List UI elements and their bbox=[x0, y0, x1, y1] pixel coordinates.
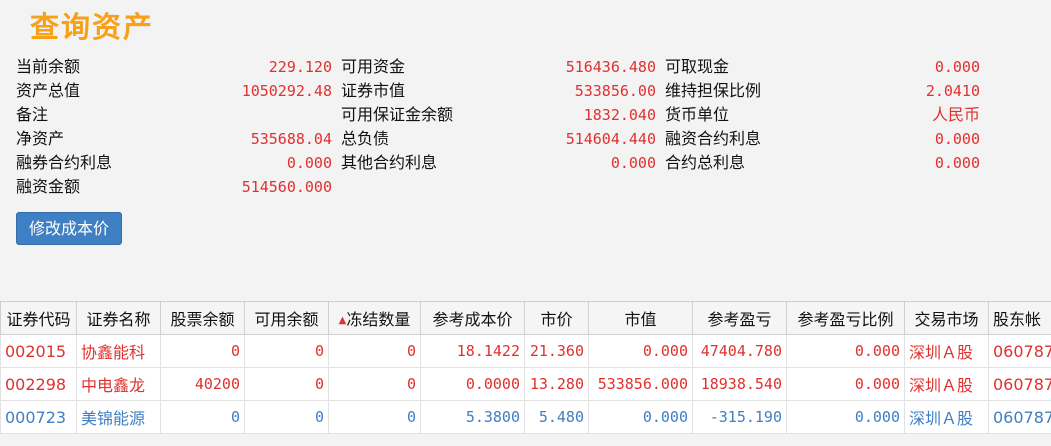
cell-market: 深圳Ａ股 bbox=[904, 367, 989, 401]
table-row[interactable]: 002298 中电鑫龙 40200 0 0 0.0000 13.280 5338… bbox=[0, 367, 1051, 401]
withdrawable-cash-label: 可取现金 bbox=[665, 57, 730, 76]
header-name[interactable]: 证券名称 bbox=[76, 301, 161, 335]
cell-cost: 18.1422 bbox=[420, 334, 525, 368]
net-assets-label: 净资产 bbox=[16, 129, 65, 148]
currency-value: 人民币 bbox=[931, 105, 980, 124]
table-row[interactable]: 000723 美锦能源 0 0 0 5.3800 5.480 0.000 -31… bbox=[0, 400, 1051, 434]
cell-code: 002015 bbox=[0, 334, 77, 368]
total-assets-value: 1050292.48 bbox=[241, 82, 332, 100]
financing-interest-label: 融资合约利息 bbox=[665, 129, 762, 148]
header-pnl-ratio[interactable]: 参考盈亏比例 bbox=[786, 301, 905, 335]
cell-code: 000723 bbox=[0, 400, 77, 434]
header-frozen-label: 冻结数量 bbox=[346, 310, 411, 329]
financing-amount-label: 融资金额 bbox=[16, 177, 81, 196]
other-interest-value: 0.000 bbox=[610, 154, 656, 172]
page-title: 查询资产 bbox=[30, 10, 155, 44]
sec-loan-interest-label: 融券合约利息 bbox=[16, 153, 113, 172]
other-interest-label: 其他合约利息 bbox=[341, 153, 438, 172]
table-header-row: 证券代码 证券名称 股票余额 可用余额 ▲冻结数量 参考成本价 市价 市值 参考… bbox=[0, 301, 1051, 335]
available-funds-value: 516436.480 bbox=[565, 58, 656, 76]
cell-holder: 060787 bbox=[988, 334, 1051, 368]
cell-pnl-ratio: 0.000 bbox=[786, 367, 905, 401]
currency-label: 货币单位 bbox=[665, 105, 730, 124]
cell-stock-balance: 0 bbox=[160, 334, 245, 368]
net-assets-value: 535688.04 bbox=[250, 130, 332, 148]
maintenance-ratio-value: 2.0410 bbox=[925, 82, 980, 100]
total-liabilities-value: 514604.440 bbox=[565, 130, 656, 148]
current-balance-label: 当前余额 bbox=[16, 57, 81, 76]
cell-pnl: -315.190 bbox=[692, 400, 787, 434]
holdings-table: 证券代码 证券名称 股票余额 可用余额 ▲冻结数量 参考成本价 市价 市值 参考… bbox=[0, 301, 1051, 434]
available-funds-label: 可用资金 bbox=[341, 57, 406, 76]
total-interest-value: 0.000 bbox=[934, 154, 980, 172]
current-balance-value: 229.120 bbox=[268, 58, 332, 76]
total-liabilities-label: 总负债 bbox=[341, 129, 390, 148]
cell-stock-balance: 0 bbox=[160, 400, 245, 434]
remark-label: 备注 bbox=[16, 105, 49, 124]
header-available[interactable]: 可用余额 bbox=[244, 301, 329, 335]
header-market[interactable]: 交易市场 bbox=[904, 301, 989, 335]
header-holder[interactable]: 股东帐 bbox=[988, 301, 1051, 335]
cell-holder: 060787 bbox=[988, 367, 1051, 401]
cell-cost: 5.3800 bbox=[420, 400, 525, 434]
cell-code: 002298 bbox=[0, 367, 77, 401]
header-cost[interactable]: 参考成本价 bbox=[420, 301, 525, 335]
cell-price: 13.280 bbox=[524, 367, 589, 401]
cell-frozen: 0 bbox=[328, 334, 421, 368]
header-stock-balance[interactable]: 股票余额 bbox=[160, 301, 245, 335]
financing-amount-value: 514560.000 bbox=[241, 178, 332, 196]
market-value-label: 证券市值 bbox=[341, 81, 406, 100]
sec-loan-interest-value: 0.000 bbox=[286, 154, 332, 172]
available-margin-label: 可用保证金余额 bbox=[341, 105, 454, 124]
maintenance-ratio-label: 维持担保比例 bbox=[665, 81, 762, 100]
cell-name: 美锦能源 bbox=[76, 400, 161, 434]
total-assets-label: 资产总值 bbox=[16, 81, 81, 100]
table-row[interactable]: 002015 协鑫能科 0 0 0 18.1422 21.360 0.000 4… bbox=[0, 334, 1051, 368]
cell-name: 协鑫能科 bbox=[76, 334, 161, 368]
cell-holder: 060787 bbox=[988, 400, 1051, 434]
header-market-value[interactable]: 市值 bbox=[588, 301, 693, 335]
modify-cost-button[interactable]: 修改成本价 bbox=[16, 212, 122, 245]
cell-name: 中电鑫龙 bbox=[76, 367, 161, 401]
header-price[interactable]: 市价 bbox=[524, 301, 589, 335]
cell-price: 21.360 bbox=[524, 334, 589, 368]
cell-stock-balance: 40200 bbox=[160, 367, 245, 401]
header-pnl[interactable]: 参考盈亏 bbox=[692, 301, 787, 335]
cell-frozen: 0 bbox=[328, 367, 421, 401]
cell-market-value: 0.000 bbox=[588, 334, 693, 368]
withdrawable-cash-value: 0.000 bbox=[934, 58, 980, 76]
cell-pnl-ratio: 0.000 bbox=[786, 334, 905, 368]
header-frozen[interactable]: ▲冻结数量 bbox=[328, 301, 421, 335]
cell-available: 0 bbox=[244, 400, 329, 434]
holdings-grid: 证券代码 证券名称 股票余额 可用余额 ▲冻结数量 参考成本价 市价 市值 参考… bbox=[0, 301, 1051, 446]
cell-price: 5.480 bbox=[524, 400, 589, 434]
cell-market-value: 533856.000 bbox=[588, 367, 693, 401]
cell-market: 深圳Ａ股 bbox=[904, 400, 989, 434]
cell-available: 0 bbox=[244, 334, 329, 368]
cell-market-value: 0.000 bbox=[588, 400, 693, 434]
cell-cost: 0.0000 bbox=[420, 367, 525, 401]
cell-pnl-ratio: 0.000 bbox=[786, 400, 905, 434]
header-code[interactable]: 证券代码 bbox=[0, 301, 77, 335]
financing-interest-value: 0.000 bbox=[934, 130, 980, 148]
cell-available: 0 bbox=[244, 367, 329, 401]
cell-pnl: 18938.540 bbox=[692, 367, 787, 401]
cell-pnl: 47404.780 bbox=[692, 334, 787, 368]
cell-market: 深圳Ａ股 bbox=[904, 334, 989, 368]
total-interest-label: 合约总利息 bbox=[665, 153, 746, 172]
cell-frozen: 0 bbox=[328, 400, 421, 434]
available-margin-value: 1832.040 bbox=[583, 106, 656, 124]
market-value-value: 533856.00 bbox=[574, 82, 656, 100]
